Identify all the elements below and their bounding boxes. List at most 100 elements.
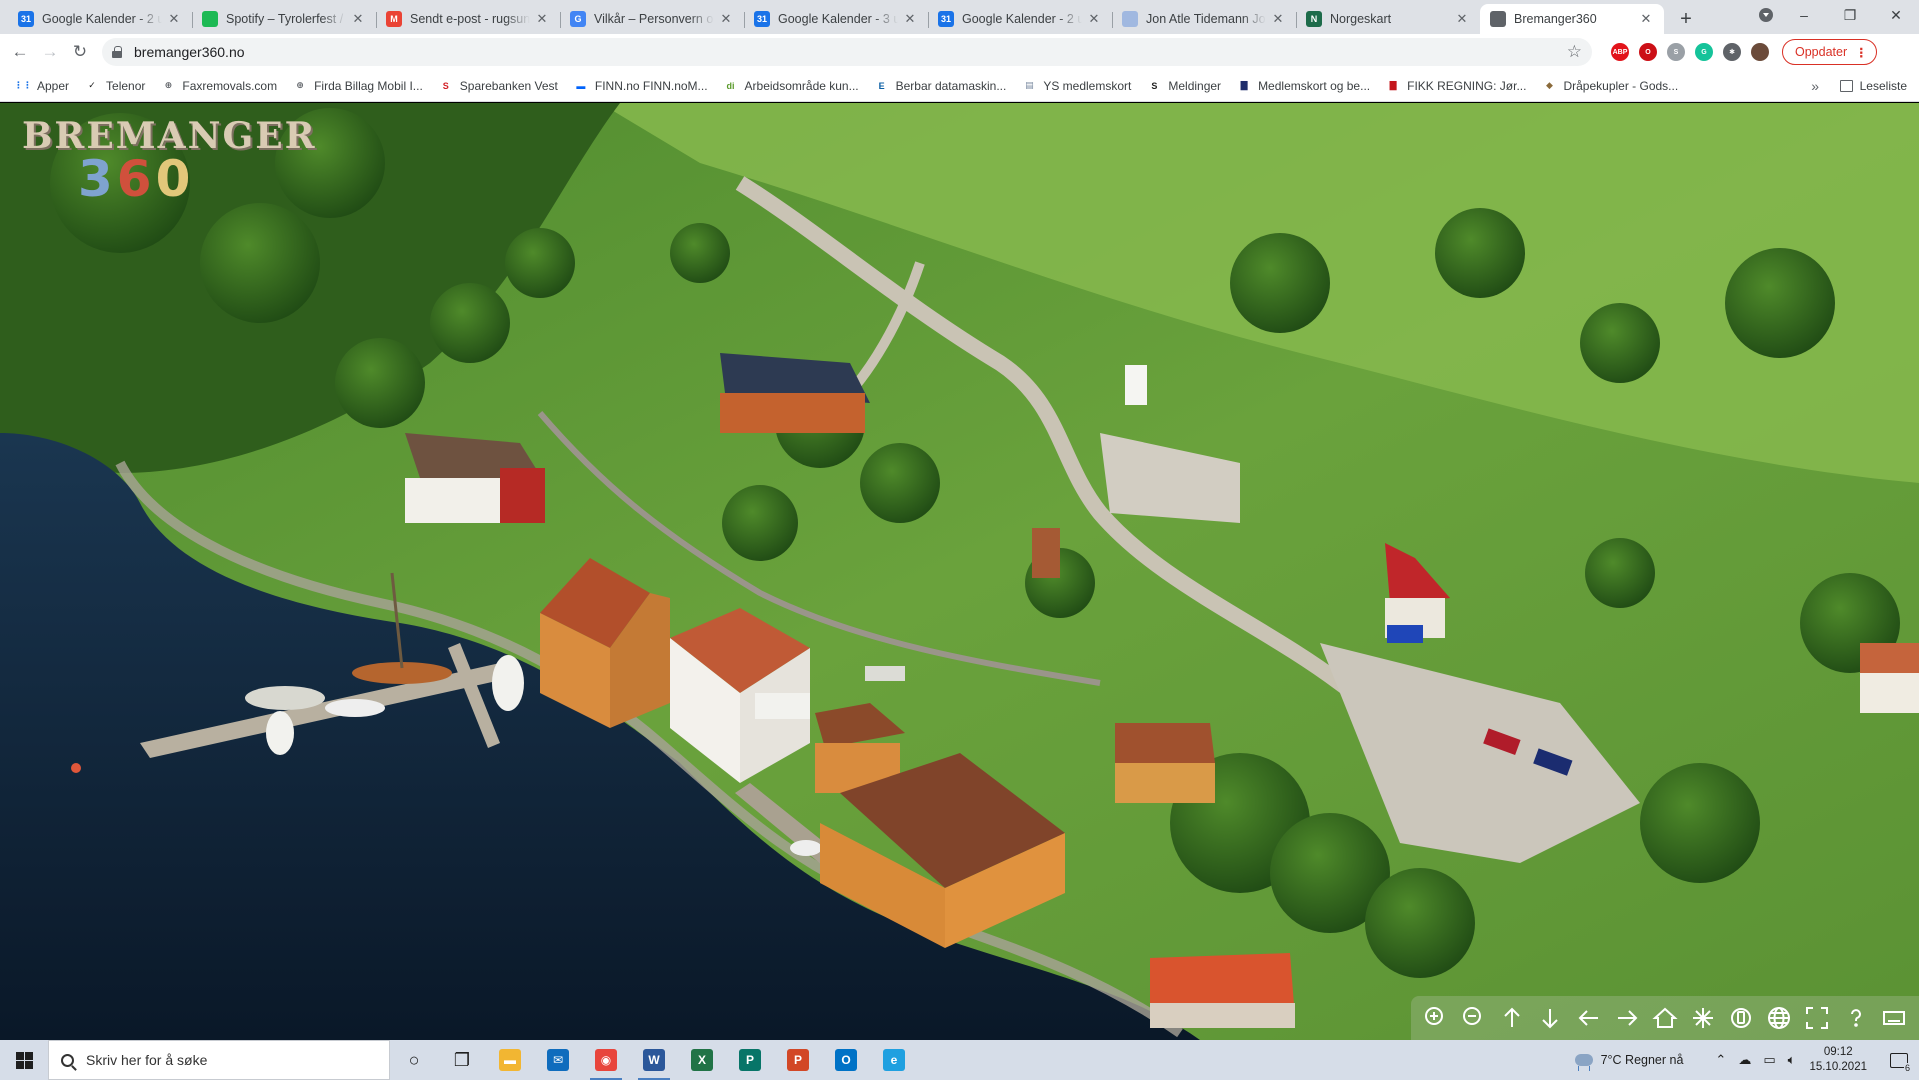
minimize-panel-button[interactable] <box>1879 1003 1909 1033</box>
bookmark-item[interactable]: di Arbeidsområde kun... <box>718 74 865 98</box>
tab-7[interactable]: Jon Atle Tidemann Johansen ✕ <box>1112 4 1296 34</box>
aerial-panorama-image[interactable] <box>0 103 1919 1040</box>
autorotate-button[interactable] <box>1688 1003 1718 1033</box>
chrome-taskbar-button[interactable]: ◉ <box>582 1040 630 1080</box>
close-tab-icon[interactable]: ✕ <box>350 11 366 27</box>
bookmark-item[interactable]: S Sparebanken Vest <box>433 74 564 98</box>
start-button[interactable] <box>0 1040 48 1080</box>
tab-2[interactable]: Spotify – Tyrolerfest / Hans ✕ <box>192 4 376 34</box>
calendar-icon: 31 <box>754 11 770 27</box>
bookmark-item[interactable]: ▇ Medlemskort og be... <box>1231 74 1376 98</box>
file-explorer-taskbar-button[interactable]: ▬ <box>486 1040 534 1080</box>
word-taskbar-button[interactable]: W <box>630 1040 678 1080</box>
arrow-up-button[interactable] <box>1497 1003 1527 1033</box>
bookmark-item[interactable]: ✓ Telenor <box>79 74 151 98</box>
close-tab-icon[interactable]: ✕ <box>166 11 182 27</box>
profile-avatar-icon[interactable] <box>1751 43 1769 61</box>
bookmark-label: Apper <box>37 78 70 93</box>
new-tab-button[interactable]: + <box>1672 5 1700 33</box>
grammarly-icon[interactable]: G <box>1695 43 1713 61</box>
sparebanken-icon: S <box>442 80 449 91</box>
forward-button[interactable]: → <box>36 38 64 66</box>
onedrive-icon[interactable]: ☁ <box>1738 1052 1751 1068</box>
close-tab-icon[interactable]: ✕ <box>1454 11 1470 27</box>
arrow-right-button[interactable] <box>1612 1003 1642 1033</box>
close-tab-icon[interactable]: ✕ <box>902 11 918 27</box>
close-tab-icon[interactable]: ✕ <box>534 11 550 27</box>
outlook-taskbar-button[interactable]: O <box>822 1040 870 1080</box>
tab-9[interactable]: Bremanger360 ✕ <box>1480 4 1664 34</box>
maximize-button[interactable]: ❐ <box>1827 0 1873 30</box>
cortana-taskbar-button[interactable]: ○ <box>390 1040 438 1080</box>
bookmark-label: Berbar datamaskin... <box>895 78 1007 93</box>
taskbar-search-box[interactable]: Skriv her for å søke <box>48 1040 390 1080</box>
tab-4[interactable]: G Vilkår – Personvern og vilkår ✕ <box>560 4 744 34</box>
bookmark-item[interactable]: S Meldinger <box>1141 74 1227 98</box>
home-icon <box>1652 1007 1678 1028</box>
tab-8[interactable]: N Norgeskart ✕ <box>1296 4 1480 34</box>
volume-icon[interactable]: 🔈︎ <box>1788 1052 1796 1068</box>
adblock-icon[interactable]: ABP <box>1611 43 1629 61</box>
close-tab-icon[interactable]: ✕ <box>1638 11 1654 27</box>
arrow-down-button[interactable] <box>1535 1003 1565 1033</box>
lock-icon[interactable] <box>112 46 122 58</box>
close-tab-icon[interactable]: ✕ <box>1270 11 1286 27</box>
network-icon[interactable]: ▭ <box>1763 1052 1775 1068</box>
help-button[interactable] <box>1841 1003 1871 1033</box>
chevron-up-icon[interactable]: ⌃ <box>1715 1052 1726 1068</box>
update-button[interactable]: Oppdater ⋮ <box>1782 39 1877 65</box>
reading-list-button[interactable]: Leseliste <box>1839 74 1907 98</box>
panorama-viewport[interactable]: BREMANGER 360 <box>0 103 1919 1040</box>
gyro-button[interactable] <box>1726 1003 1756 1033</box>
back-button[interactable]: ← <box>6 38 34 66</box>
tab-search-button[interactable] <box>1751 0 1781 30</box>
excel-taskbar-button[interactable]: X <box>678 1040 726 1080</box>
tab-3[interactable]: M Sendt e-post - rugsund ✕ <box>376 4 560 34</box>
bookmark-item[interactable]: ◆ Dråpekupler - Gods... <box>1536 74 1684 98</box>
edge-taskbar-button[interactable]: e <box>870 1040 918 1080</box>
tab-1[interactable]: 31 Google Kalender - 2 uke ✕ <box>8 4 192 34</box>
zoom-in-button[interactable] <box>1421 1003 1451 1033</box>
search-placeholder: Skriv her for å søke <box>86 1052 208 1068</box>
tab-5[interactable]: 31 Google Kalender - 3 uker ✕ <box>744 4 928 34</box>
clock[interactable]: 09:12 15.10.2021 <box>1809 1045 1867 1075</box>
home-button[interactable] <box>1650 1003 1680 1033</box>
puzzle-icon[interactable]: ✱ <box>1723 43 1741 61</box>
close-tab-icon[interactable]: ✕ <box>1086 11 1102 27</box>
bookmark-item[interactable]: ▇ FIKK REGNING: Jør... <box>1380 74 1532 98</box>
bookmark-item[interactable]: ⊕ Firda Billag Mobil I... <box>287 74 429 98</box>
bookmark-item[interactable]: ⊕ Faxremovals.com <box>155 74 283 98</box>
powerpoint-taskbar-button[interactable]: P <box>774 1040 822 1080</box>
bookmark-star-icon[interactable]: ☆ <box>1567 42 1582 62</box>
shield-extension-icon[interactable]: S <box>1667 43 1685 61</box>
tab-title: Google Kalender - 3 uker <box>778 12 898 26</box>
mail-taskbar-button[interactable]: ✉ <box>534 1040 582 1080</box>
tab-6[interactable]: 31 Google Kalender - 2 uker ✕ <box>928 4 1112 34</box>
vr-globe-button[interactable] <box>1764 1003 1794 1033</box>
bookmark-item[interactable]: ⋮⋮ Apper <box>10 74 75 98</box>
bookmark-item[interactable]: ▤ YS medlemskort <box>1016 74 1137 98</box>
notification-center-button[interactable]: 6 <box>1879 1040 1919 1080</box>
tab-title: Bremanger360 <box>1514 12 1597 26</box>
fullscreen-button[interactable] <box>1802 1003 1832 1033</box>
reload-button[interactable]: ↻ <box>66 38 94 66</box>
clock-date: 15.10.2021 <box>1809 1061 1867 1073</box>
address-bar[interactable]: bremanger360.no ☆ <box>102 38 1592 66</box>
url-text[interactable]: bremanger360.no <box>134 44 1567 60</box>
close-window-button[interactable]: ✕ <box>1873 0 1919 30</box>
weather-widget[interactable]: 7°C Regner nå <box>1574 1053 1696 1071</box>
bookmark-item[interactable]: E Berbar datamaskin... <box>869 74 1013 98</box>
close-tab-icon[interactable]: ✕ <box>718 11 734 27</box>
minimize-button[interactable]: – <box>1781 0 1827 30</box>
more-bookmarks-button[interactable]: » <box>1811 74 1819 98</box>
task-view-taskbar-button[interactable]: ❐ <box>438 1040 486 1080</box>
spotify-icon <box>202 11 218 27</box>
bremanger360-logo[interactable]: BREMANGER 360 <box>22 115 317 204</box>
window-controls: – ❐ ✕ <box>1751 0 1919 30</box>
bookmark-item[interactable]: ▬ FINN.no FINN.noM... <box>568 74 714 98</box>
publisher-taskbar-button[interactable]: P <box>726 1040 774 1080</box>
opera-icon[interactable]: O <box>1639 43 1657 61</box>
tab-title: Sendt e-post - rugsund <box>410 12 530 26</box>
zoom-out-button[interactable] <box>1459 1003 1489 1033</box>
arrow-left-button[interactable] <box>1574 1003 1604 1033</box>
